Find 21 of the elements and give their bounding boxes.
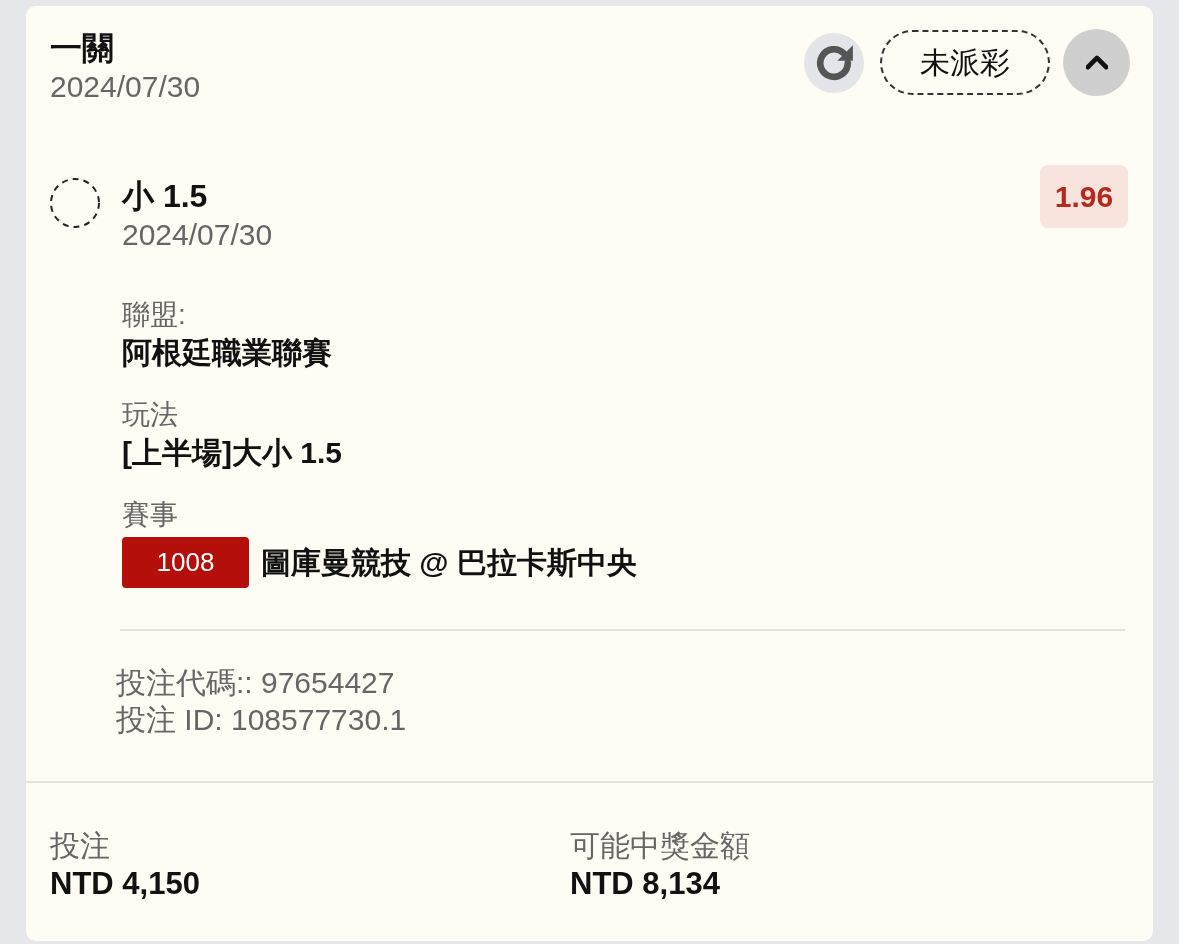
bet-title: 一關 — [50, 29, 115, 68]
total-label: 可能中獎金額 — [570, 828, 751, 864]
total-amount: NTD 8,134 — [570, 865, 721, 903]
status-tag: 未派彩 — [880, 30, 1050, 95]
dashed-circle-icon — [50, 178, 100, 228]
selection-name: 小 1.5 — [122, 177, 209, 216]
caret-icon — [1085, 55, 1108, 70]
detail-value: [上半場]大小 1.5 — [122, 435, 344, 471]
bet-reference: 投注 ID: 108577730.1 — [116, 702, 408, 738]
total-label: 投注 — [50, 828, 111, 864]
total-amount: NTD 4,150 — [50, 865, 201, 903]
detail-label: 聯盟: — [122, 298, 187, 332]
detail-label: 賽事 — [122, 498, 179, 532]
bet-date: 2024/07/30 — [50, 69, 201, 105]
detail-value: 阿根廷職業聯賽 — [122, 335, 333, 371]
odds-badge: 1.96 — [1040, 165, 1128, 228]
selection-date: 2024/07/30 — [122, 217, 274, 253]
event-code-badge: 1008 — [122, 537, 249, 588]
bet-reference: 投注代碼:: 97654427 — [116, 665, 396, 701]
event-name: 圖庫曼競技 @ 巴拉卡斯中央 — [261, 544, 637, 581]
detail-label: 玩法 — [122, 398, 179, 432]
